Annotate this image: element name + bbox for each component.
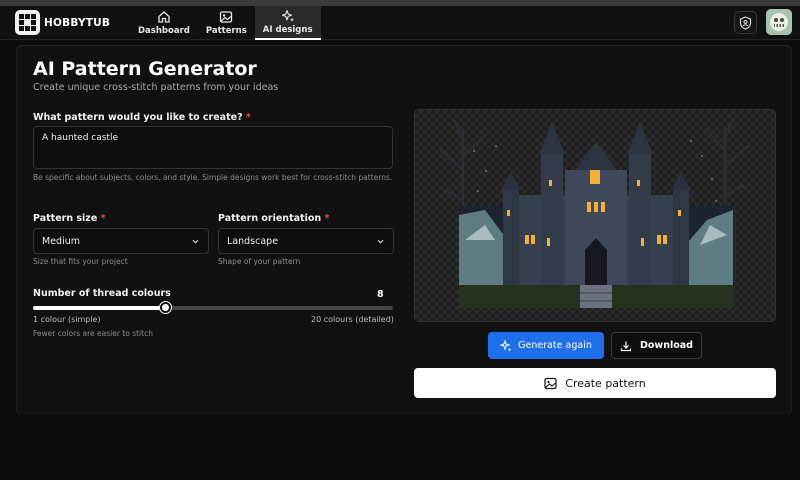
size-label-text: Pattern size (33, 213, 98, 224)
colours-label: Number of thread colours (33, 288, 171, 299)
size-label: Pattern size * (33, 213, 106, 224)
chevron-down-icon (377, 239, 384, 244)
slider-thumb[interactable] (160, 302, 171, 313)
required-mark: * (245, 112, 251, 123)
haunted-castle-image (439, 117, 751, 308)
avatar[interactable] (766, 9, 792, 35)
size-hint: Size that fits your project (33, 257, 128, 266)
generator-card: AI Pattern Generator Create unique cross… (16, 45, 792, 415)
main-nav: Dashboard Patterns AI designs (130, 6, 321, 40)
orientation-select-value: Landscape (227, 235, 279, 247)
create-pattern-label: Create pattern (565, 376, 646, 390)
size-select[interactable]: Medium (33, 228, 209, 254)
home-icon (158, 11, 170, 23)
slider-min-label: 1 colour (simple) (33, 315, 101, 324)
page-title: AI Pattern Generator (33, 58, 257, 80)
prompt-hint: Be specific about subjects, colors, and … (33, 173, 393, 182)
nav-patterns[interactable]: Patterns (198, 6, 255, 40)
download-label: Download (640, 340, 693, 351)
pattern-preview (414, 109, 776, 322)
sparkles-icon (281, 9, 294, 22)
nav-dashboard-label: Dashboard (138, 26, 190, 36)
colours-value: 8 (377, 289, 384, 300)
orientation-label-text: Pattern orientation (218, 213, 322, 224)
app-header: HOBBYTUB Dashboard Patterns AI designs (0, 6, 800, 40)
app-logo[interactable]: HOBBYTUB (15, 10, 110, 35)
create-pattern-button[interactable]: Create pattern (414, 368, 776, 398)
required-mark: * (324, 213, 330, 224)
orientation-hint: Shape of your pattern (218, 257, 301, 266)
security-button[interactable] (734, 11, 757, 34)
nav-ai-designs-label: AI designs (262, 25, 313, 35)
chevron-down-icon (192, 239, 199, 244)
logo-icon (15, 10, 40, 35)
sparkles-icon (500, 339, 512, 351)
slider-fill (33, 306, 166, 310)
download-icon (620, 341, 632, 351)
image-icon (220, 11, 233, 23)
orientation-select[interactable]: Landscape (218, 228, 394, 254)
orientation-label: Pattern orientation * (218, 213, 329, 224)
colours-slider[interactable] (33, 302, 393, 313)
app-name: HOBBYTUB (44, 16, 111, 29)
prompt-label: What pattern would you like to create? * (33, 112, 251, 123)
nav-dashboard[interactable]: Dashboard (130, 6, 198, 40)
shield-user-icon (739, 15, 752, 30)
nav-patterns-label: Patterns (205, 26, 247, 36)
user-avatar-icon (766, 9, 792, 35)
prompt-label-text: What pattern would you like to create? (33, 112, 243, 123)
required-mark: * (100, 213, 106, 224)
colours-hint: Fewer colors are easier to stitch (33, 329, 153, 338)
prompt-input[interactable]: A haunted castle (33, 126, 393, 169)
nav-ai-designs[interactable]: AI designs (254, 6, 321, 40)
generate-again-button[interactable]: Generate again (488, 332, 604, 359)
image-icon (544, 377, 557, 389)
slider-max-label: 20 colours (detailed) (311, 315, 394, 324)
download-button[interactable]: Download (611, 332, 702, 359)
size-select-value: Medium (42, 235, 80, 247)
generate-again-label: Generate again (518, 340, 592, 351)
page-subtitle: Create unique cross-stitch patterns from… (33, 82, 279, 93)
